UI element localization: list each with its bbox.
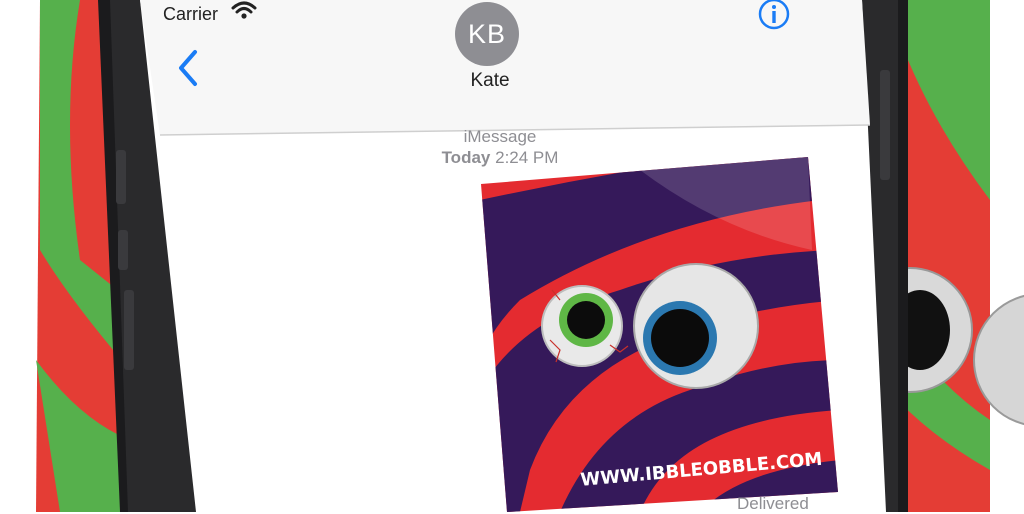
delivery-status: Delivered — [737, 494, 809, 513]
image-message[interactable]: WWW.IBBLEOBBLE.COM — [0, 0, 1024, 512]
